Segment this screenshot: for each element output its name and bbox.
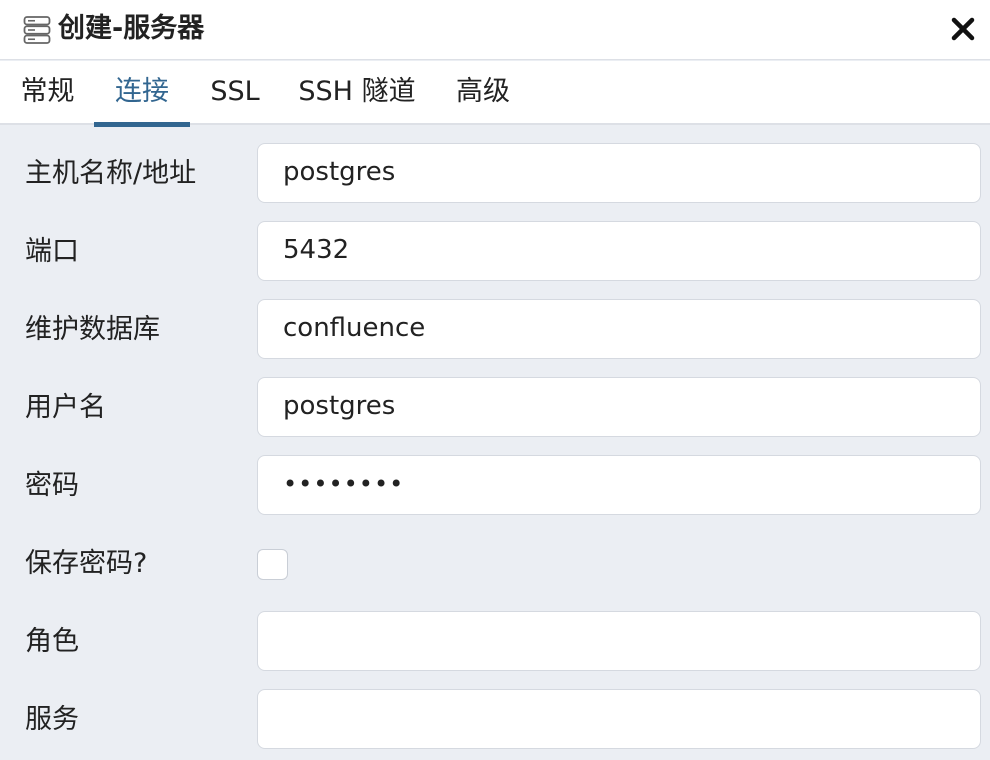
dialog-title: 创建-服务器 (58, 13, 205, 44)
port-input[interactable]: 5432 (257, 221, 981, 281)
host-input[interactable]: postgres (257, 143, 981, 203)
username-row: 用户名 postgres (0, 377, 990, 439)
tab-bar: 常规 连接 SSL SSH 隧道 高级 (0, 61, 990, 127)
port-row: 端口 5432 (0, 221, 990, 283)
service-label: 服务 (25, 704, 79, 735)
host-label: 主机名称/地址 (25, 158, 197, 189)
username-label: 用户名 (25, 392, 106, 423)
maintenance-db-label: 维护数据库 (25, 314, 160, 345)
host-row: 主机名称/地址 postgres (0, 143, 990, 205)
username-input[interactable]: postgres (257, 377, 981, 437)
role-label: 角色 (25, 626, 79, 657)
close-icon[interactable] (950, 14, 978, 44)
password-input[interactable]: •••••••• (257, 455, 981, 515)
password-row: 密码 •••••••• (0, 455, 990, 517)
tab-ssh-tunnel[interactable]: SSH 隧道 (298, 61, 416, 125)
service-row: 服务 (0, 689, 990, 751)
dialog-titlebar: 创建-服务器 (0, 0, 990, 60)
role-input[interactable] (257, 611, 981, 671)
password-label: 密码 (25, 470, 79, 501)
tab-general[interactable]: 常规 (20, 61, 75, 125)
save-password-checkbox[interactable] (257, 549, 288, 580)
tab-ssl[interactable]: SSL (210, 61, 260, 125)
maintenance-db-row: 维护数据库 confluence (0, 299, 990, 361)
server-icon (23, 16, 51, 44)
save-password-label: 保存密码? (25, 548, 148, 579)
role-row: 角色 (0, 611, 990, 673)
port-label: 端口 (25, 236, 79, 267)
tab-connection[interactable]: 连接 (94, 61, 190, 127)
save-password-row: 保存密码? (0, 533, 990, 595)
service-input[interactable] (257, 689, 981, 749)
tab-advanced[interactable]: 高级 (455, 61, 511, 125)
maintenance-db-input[interactable]: confluence (257, 299, 981, 359)
